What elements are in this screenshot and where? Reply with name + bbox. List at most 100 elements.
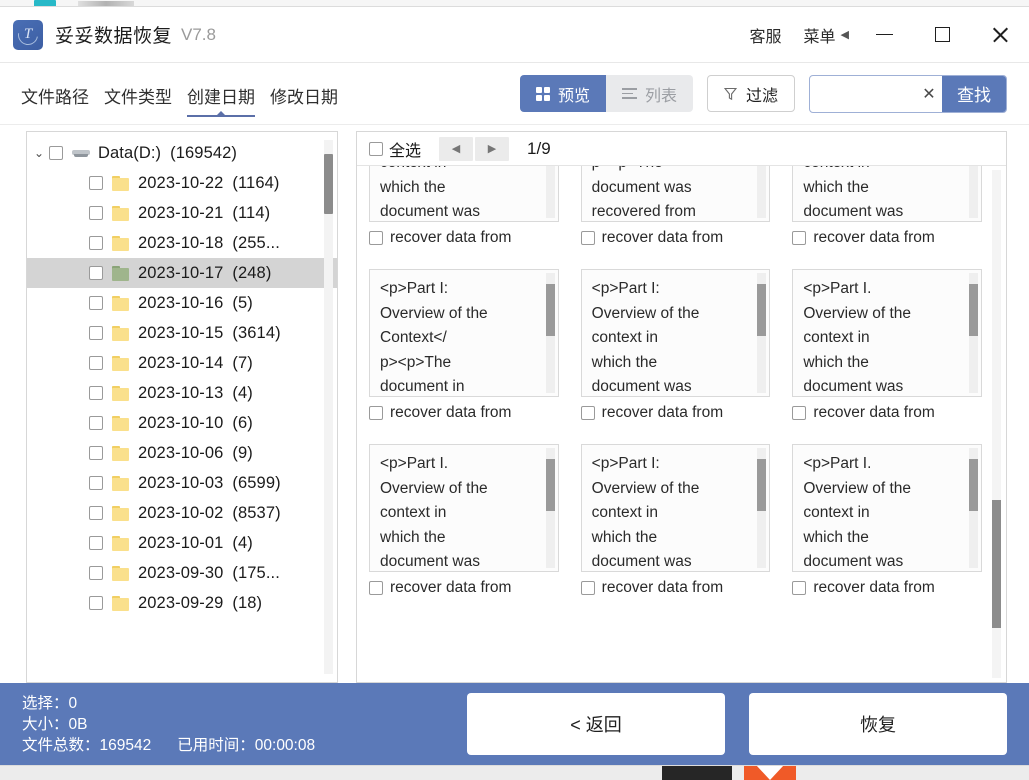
preview-card[interactable]: <p>Part I. Overview of the context in wh…	[792, 444, 982, 599]
thumbnail-scrollbar-thumb[interactable]	[969, 284, 978, 336]
search-button[interactable]: 查找	[942, 75, 1006, 112]
preview-thumbnail[interactable]: <p>Part I. Overview of the context in wh…	[369, 444, 559, 572]
preview-card[interactable]: <p>Part I. Overview of the context in wh…	[369, 166, 559, 249]
tab-modified-date[interactable]: 修改日期	[270, 83, 338, 117]
prev-page-button[interactable]: ◀	[439, 136, 474, 161]
tree-item-2023-10-10[interactable]: 2023-10-10 (6)	[27, 408, 337, 438]
customer-support-button[interactable]: 客服	[739, 23, 793, 47]
preview-card-checkbox[interactable]	[369, 406, 383, 420]
tree-item-checkbox[interactable]	[89, 386, 103, 400]
thumbnail-scrollbar-thumb[interactable]	[757, 284, 767, 336]
tree-item-2023-10-02[interactable]: 2023-10-02 (8537)	[27, 498, 337, 528]
tree-item-checkbox[interactable]	[89, 296, 103, 310]
preview-card-checkbox[interactable]	[792, 231, 807, 245]
select-all-control[interactable]: 全选	[369, 137, 421, 161]
tree-item-2023-09-30[interactable]: 2023-09-30 (175...	[27, 558, 337, 588]
tree-scrollbar-track[interactable]	[324, 140, 333, 674]
folder-tree[interactable]: ⌄ Data(D:) (169542) 2023-10-22 (1164) 2023…	[27, 132, 337, 682]
preview-card[interactable]: <p>Part I. Overview of the context in wh…	[369, 444, 559, 599]
tree-item-2023-10-01[interactable]: 2023-10-01 (4)	[27, 528, 337, 558]
view-mode-preview[interactable]: 预览	[519, 75, 606, 112]
thumbnail-scrollbar-thumb[interactable]	[545, 459, 555, 511]
tree-item-2023-10-15[interactable]: 2023-10-15 (3614)	[27, 318, 337, 348]
preview-thumbnail[interactable]: <p>Part I: Overview of the context in wh…	[580, 269, 771, 397]
chevron-down-icon[interactable]: ⌄	[31, 147, 47, 159]
tree-item-checkbox[interactable]	[89, 446, 103, 460]
minimize-button[interactable]	[855, 7, 913, 63]
tree-item-checkbox[interactable]	[89, 596, 103, 610]
tab-file-type[interactable]: 文件类型	[104, 83, 172, 117]
preview-card[interactable]: <p>Part I: Overview of the Context</ p><…	[369, 269, 559, 424]
thumbnail-scrollbar-thumb[interactable]	[757, 459, 767, 511]
search-input[interactable]	[810, 75, 916, 112]
preview-card-checkbox[interactable]	[369, 231, 383, 245]
tab-created-date[interactable]: 创建日期	[187, 83, 255, 117]
tree-item-checkbox[interactable]	[89, 476, 103, 490]
close-button[interactable]	[971, 7, 1029, 63]
preview-thumbnail[interactable]: <p>Part I. Overview of the context in wh…	[792, 166, 982, 222]
thumbnail-scrollbar-thumb[interactable]	[545, 284, 555, 336]
tree-scrollbar-thumb[interactable]	[324, 154, 333, 214]
back-button[interactable]: < 返回	[467, 693, 725, 755]
tab-file-path[interactable]: 文件路径	[21, 83, 89, 117]
tree-item-checkbox[interactable]	[89, 176, 103, 190]
preview-card[interactable]: <p>Part I. Overview of the context in wh…	[792, 166, 982, 249]
preview-thumbnail[interactable]: <p>Part I. Overview of the context in wh…	[792, 269, 982, 397]
next-page-button[interactable]: ▶	[475, 136, 510, 161]
preview-card[interactable]: <p>Part I. Overview</ p><p>The document …	[580, 166, 771, 249]
taskbar-item-orange[interactable]	[744, 765, 796, 780]
tree-item-2023-10-22[interactable]: 2023-10-22 (1164)	[27, 168, 337, 198]
tree-item-2023-10-16[interactable]: 2023-10-16 (5)	[27, 288, 337, 318]
view-mode-list[interactable]: 列表	[605, 75, 693, 112]
preview-card[interactable]: <p>Part I: Overview of the context in wh…	[580, 269, 771, 424]
tree-item-checkbox[interactable]	[89, 326, 103, 340]
tree-item-checkbox[interactable]	[89, 566, 103, 580]
tree-item-checkbox[interactable]	[89, 416, 103, 430]
tree-item-2023-10-18[interactable]: 2023-10-18 (255...	[27, 228, 337, 258]
select-all-checkbox[interactable]	[369, 141, 383, 156]
menu-button[interactable]: 菜单	[793, 23, 847, 47]
thumbnail-scrollbar-track[interactable]	[545, 166, 555, 218]
tree-root-checkbox[interactable]	[49, 146, 63, 160]
thumbnail-scrollbar-track[interactable]	[757, 166, 767, 218]
tree-item-2023-10-03[interactable]: 2023-10-03 (6599)	[27, 468, 337, 498]
preview-thumbnail[interactable]: <p>Part I. Overview of the context in wh…	[369, 166, 559, 222]
tree-item-2023-10-13[interactable]: 2023-10-13 (4)	[27, 378, 337, 408]
preview-card[interactable]: <p>Part I: Overview of the context in wh…	[580, 444, 771, 599]
preview-scrollbar-thumb[interactable]	[992, 500, 1001, 628]
tree-item-checkbox[interactable]	[89, 506, 103, 520]
tree-item-2023-10-17[interactable]: 2023-10-17 (248)	[27, 258, 337, 288]
taskbar-item-dark[interactable]	[662, 765, 732, 780]
thumbnail-scrollbar-thumb[interactable]	[969, 459, 978, 511]
tree-item-checkbox[interactable]	[89, 236, 103, 250]
preview-card-checkbox[interactable]	[580, 231, 595, 245]
recover-button[interactable]: 恢复	[749, 693, 1007, 755]
tree-item-checkbox[interactable]	[89, 206, 103, 220]
preview-card-footer: recover data from	[369, 402, 559, 424]
tree-item-2023-10-14[interactable]: 2023-10-14 (7)	[27, 348, 337, 378]
preview-card-filename: recover data from	[813, 404, 935, 421]
preview-thumbnail[interactable]: <p>Part I: Overview of the Context</ p><…	[369, 269, 559, 397]
folder-icon	[112, 415, 129, 431]
tree-item-2023-09-29[interactable]: 2023-09-29 (18)	[27, 588, 337, 618]
thumbnail-scrollbar-track[interactable]	[969, 166, 978, 218]
filter-button[interactable]: 过滤	[706, 75, 795, 112]
preview-card-checkbox[interactable]	[792, 581, 807, 595]
preview-card-checkbox[interactable]	[580, 406, 595, 420]
menu-caret-icon[interactable]: ◀	[841, 28, 849, 41]
preview-thumbnail[interactable]: <p>Part I. Overview of the context in wh…	[792, 444, 982, 572]
tree-item-checkbox[interactable]	[89, 356, 103, 370]
tree-item-checkbox[interactable]	[89, 536, 103, 550]
preview-card-checkbox[interactable]	[369, 581, 383, 595]
clear-search-icon[interactable]: ✕	[916, 76, 942, 112]
tree-item-checkbox[interactable]	[89, 266, 103, 280]
tree-item-2023-10-06[interactable]: 2023-10-06 (9)	[27, 438, 337, 468]
preview-card-checkbox[interactable]	[792, 406, 807, 420]
preview-card-checkbox[interactable]	[580, 581, 595, 595]
maximize-button[interactable]	[913, 7, 971, 63]
preview-thumbnail[interactable]: <p>Part I: Overview of the context in wh…	[580, 444, 771, 572]
preview-thumbnail[interactable]: <p>Part I. Overview</ p><p>The document …	[580, 166, 771, 222]
preview-card[interactable]: <p>Part I. Overview of the context in wh…	[792, 269, 982, 424]
tree-root-row[interactable]: ⌄ Data(D:) (169542)	[27, 138, 337, 168]
tree-item-2023-10-21[interactable]: 2023-10-21 (114)	[27, 198, 337, 228]
